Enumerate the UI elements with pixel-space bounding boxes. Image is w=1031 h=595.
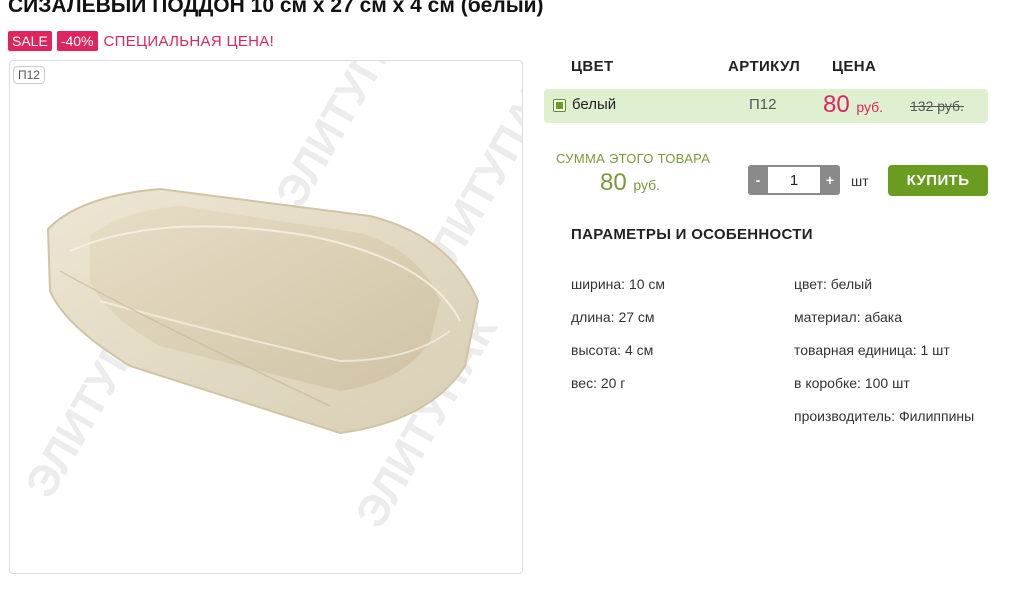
param-length: длина: 27 см xyxy=(571,309,655,325)
sum-label: СУММА ЭТОГО ТОВАРА xyxy=(556,151,711,166)
variant-price: 80 руб. xyxy=(823,91,883,119)
param-height: высота: 4 см xyxy=(571,342,654,358)
discount-badge: -40% xyxy=(56,31,98,51)
params-title: ПАРАМЕТРЫ И ОСОБЕННОСТИ xyxy=(571,226,813,243)
product-photo: ЭЛИТУПАК ЭЛИТУПАК ЭЛИТУПАК ЭЛИТУПАК xyxy=(16,61,522,536)
badges: SALE -40% СПЕЦИАЛЬНАЯ ЦЕНА! xyxy=(8,31,274,51)
sale-badge: SALE xyxy=(8,31,52,51)
sum-amount: 80 xyxy=(600,169,627,196)
buy-button[interactable]: КУПИТЬ xyxy=(888,165,988,196)
param-unit: товарная единица: 1 шт xyxy=(794,342,950,358)
column-color-header: ЦВЕТ xyxy=(571,58,614,75)
product-image[interactable]: ЭЛИТУПАК ЭЛИТУПАК ЭЛИТУПАК ЭЛИТУПАК П12 xyxy=(9,60,523,574)
param-color: цвет: белый xyxy=(794,276,873,292)
variant-article: П12 xyxy=(749,96,777,113)
image-sku-tag: П12 xyxy=(13,66,45,84)
increment-button[interactable]: + xyxy=(820,165,840,195)
svg-text:ЭЛИТУПАК: ЭЛИТУПАК xyxy=(266,61,427,216)
quantity-stepper: - + xyxy=(748,165,840,195)
price-value: 80 xyxy=(823,91,850,118)
variant-row[interactable]: белый П12 80 руб. 132 руб. xyxy=(544,89,988,123)
param-width: ширина: 10 см xyxy=(571,276,666,292)
column-price-header: ЦЕНА xyxy=(832,58,877,75)
variant-color: белый xyxy=(572,96,617,113)
price-currency: руб. xyxy=(856,99,884,115)
quantity-unit: шт xyxy=(851,173,869,189)
param-material: материал: абака xyxy=(794,309,902,325)
sum-currency: руб. xyxy=(633,177,661,193)
param-box-count: в коробке: 100 шт xyxy=(794,375,910,391)
product-title: СИЗАЛЕВЫЙ ПОДДОН 10 см х 27 см х 4 см (б… xyxy=(8,0,544,17)
quantity-input[interactable] xyxy=(768,165,820,195)
decrement-button[interactable]: - xyxy=(748,165,768,195)
old-price: 132 руб. xyxy=(910,98,964,114)
param-weight: вес: 20 г xyxy=(571,375,626,391)
column-article-header: АРТИКУЛ xyxy=(728,58,801,75)
variant-checkbox[interactable] xyxy=(553,99,566,112)
sum-value: 80 руб. xyxy=(600,169,660,197)
param-manufacturer: производитель: Филиппины xyxy=(794,408,975,424)
special-price-label: СПЕЦИАЛЬНАЯ ЦЕНА! xyxy=(103,32,275,50)
